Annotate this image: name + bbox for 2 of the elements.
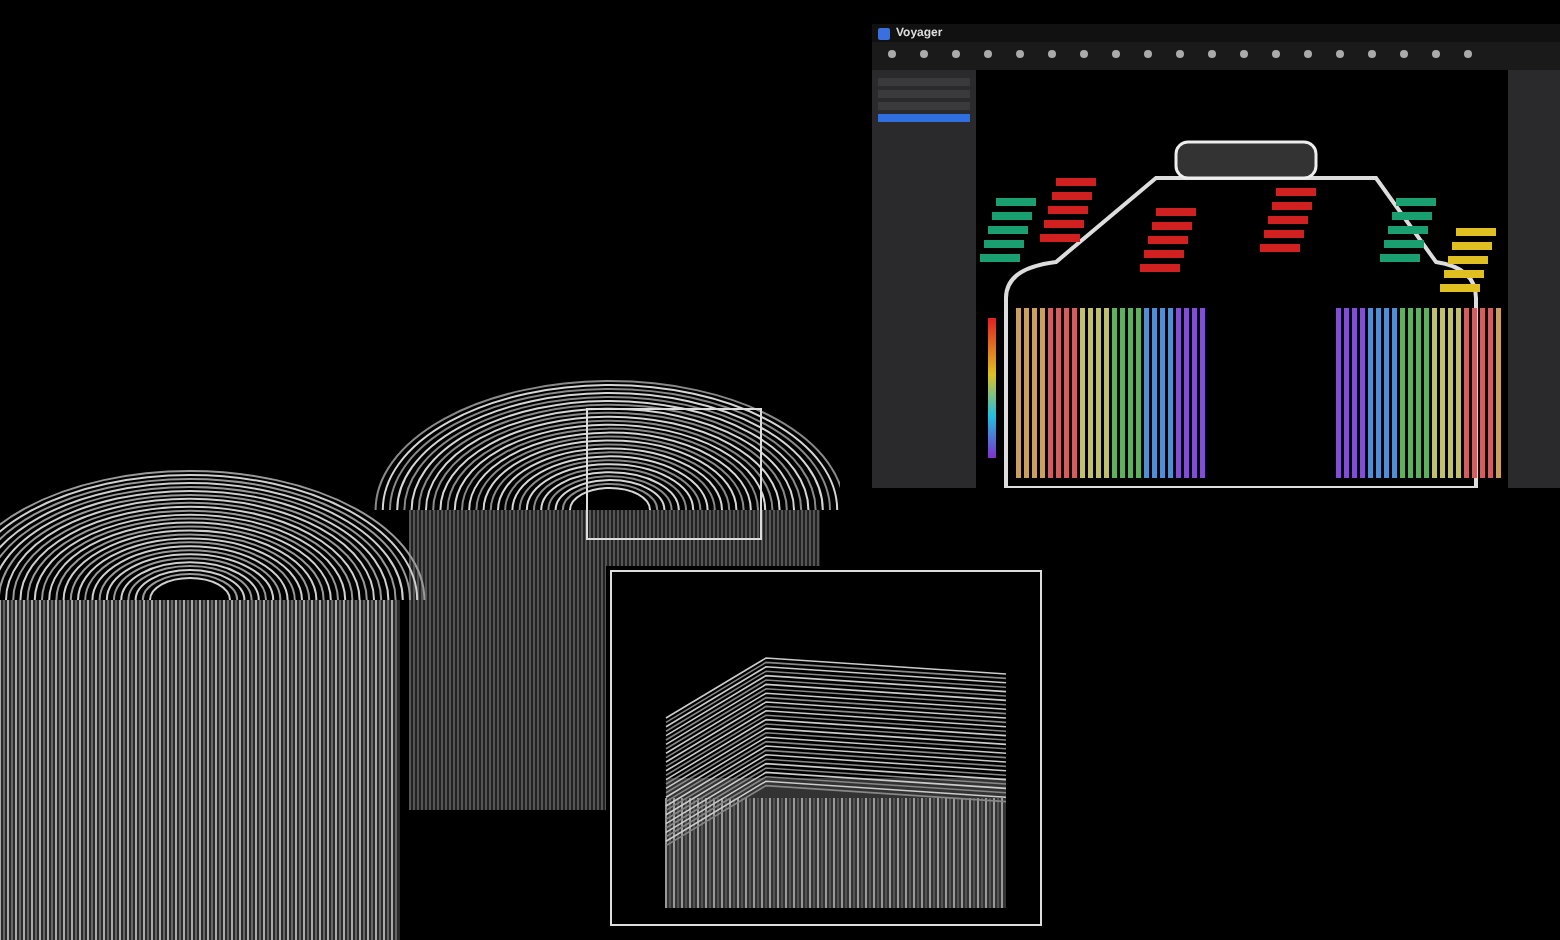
app-logo-icon	[878, 27, 890, 39]
sidebar-item[interactable]	[878, 114, 970, 122]
